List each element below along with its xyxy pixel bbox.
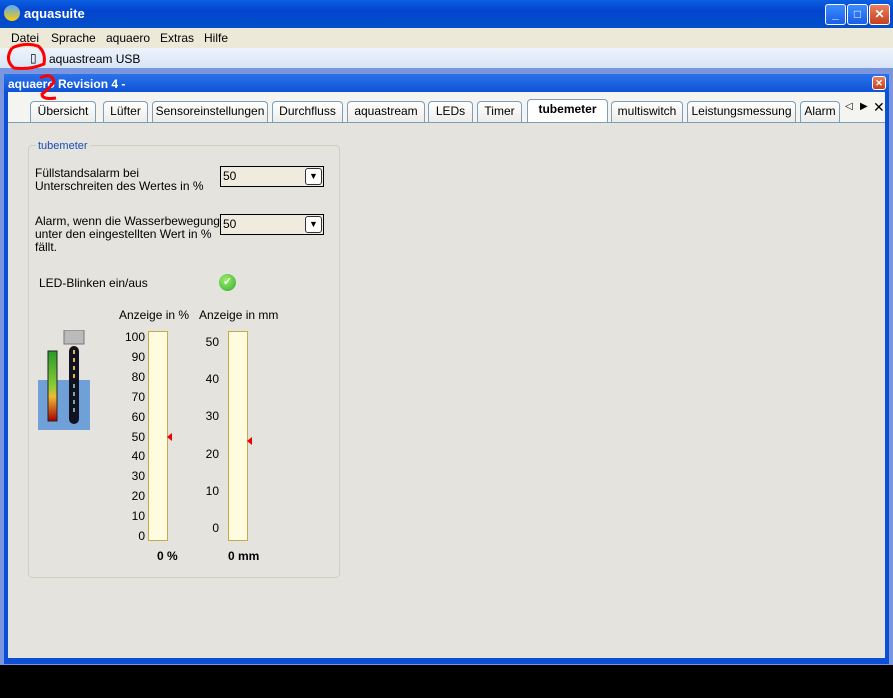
menu-extras[interactable]: Extras: [160, 31, 194, 45]
app-logo-icon: [4, 5, 20, 21]
menu-aquaero[interactable]: aquaero: [106, 31, 150, 45]
tab-sensoreinstellungen[interactable]: Sensoreinstellungen: [152, 101, 268, 122]
flow-alarm-label: Alarm, wenn die Wasserbewegung unter den…: [35, 214, 220, 254]
mm-gauge-value: 0 mm: [228, 549, 260, 563]
led-blink-checkmark-icon[interactable]: ✓: [219, 274, 236, 291]
close-button[interactable]: ✕: [869, 4, 890, 25]
menu-bar: Datei Sprache aquaero Extras Hilfe: [0, 28, 893, 48]
tab-timer[interactable]: Timer: [477, 101, 522, 122]
mm-tick-label: 0: [212, 521, 219, 535]
tab-aquastream[interactable]: aquastream: [347, 101, 425, 122]
tab-multiswitch[interactable]: multiswitch: [611, 101, 683, 122]
app-title-bar: aquasuite _ □ ✕: [0, 0, 893, 28]
mm-tick-label: 30: [205, 409, 219, 424]
tab-leistungsmessung[interactable]: Leistungsmessung: [687, 101, 796, 122]
chevron-down-icon[interactable]: ▼: [305, 168, 322, 185]
percent-tick-label: 30: [131, 469, 145, 484]
tubemeter-illustration-icon: [38, 330, 90, 430]
chevron-down-icon[interactable]: ▼: [305, 216, 322, 233]
mm-alarm-marker: [247, 437, 252, 445]
percent-tick-label: 100: [124, 330, 145, 344]
percent-tick-label: 10: [131, 509, 145, 524]
device-toolbar: ▯ aquastream USB: [0, 48, 893, 68]
led-blink-label: LED-Blinken ein/aus: [39, 276, 148, 290]
tab-leds[interactable]: LEDs: [428, 101, 473, 122]
tab-l-fter[interactable]: Lüfter: [103, 101, 148, 122]
percent-tick-label: 20: [131, 489, 145, 504]
fill-alarm-label: Füllstandsalarm bei Unterschreiten des W…: [35, 166, 204, 193]
percent-tick-label: 50: [131, 429, 145, 444]
mm-tick-label: 10: [205, 483, 219, 498]
percent-gauge-title: Anzeige in %: [119, 308, 190, 322]
tab-scroll-right-icon[interactable]: ▶: [860, 101, 868, 112]
percent-alarm-marker: [167, 433, 172, 441]
flow-alarm-select[interactable]: 50 ▼: [220, 214, 324, 235]
mm-tick-label: 20: [205, 446, 219, 461]
app-title: aquasuite: [24, 6, 85, 21]
child-window-title-bar: aquaero Revision 4 - ✕: [4, 74, 889, 92]
group-title: tubemeter: [36, 140, 90, 152]
child-close-button[interactable]: ✕: [872, 76, 886, 90]
percent-tick-label: 0: [138, 529, 145, 543]
tab-tubemeter[interactable]: tubemeter: [527, 99, 608, 123]
minimize-button[interactable]: _: [825, 4, 846, 25]
fill-alarm-select[interactable]: 50 ▼: [220, 166, 324, 187]
tab-close-icon[interactable]: ✕: [873, 99, 885, 116]
mm-gauge-title: Anzeige in mm: [199, 308, 279, 322]
percent-tick-label: 90: [131, 349, 145, 364]
tab-alarm-8[interactable]: Alarm 8: [800, 101, 840, 122]
tab-scroll-left-icon[interactable]: ◁: [845, 101, 853, 112]
maximize-button[interactable]: □: [847, 4, 868, 25]
percent-gauge-value: 0 %: [157, 549, 178, 563]
percent-tick-label: 60: [131, 409, 145, 424]
flow-alarm-value: 50: [223, 217, 237, 231]
annotation-scribble: [7, 42, 57, 100]
percent-gauge-bar: [148, 331, 168, 541]
mm-tick-label: 40: [205, 372, 219, 387]
menu-hilfe[interactable]: Hilfe: [204, 31, 228, 45]
mm-tick-label: 50: [205, 335, 219, 349]
percent-tick-label: 70: [131, 389, 145, 404]
percent-tick-label: 40: [131, 449, 145, 464]
percent-tick-label: 80: [131, 369, 145, 384]
mm-gauge-bar: [228, 331, 248, 541]
tab-durchfluss[interactable]: Durchfluss: [272, 101, 343, 122]
fill-alarm-value: 50: [223, 169, 237, 183]
